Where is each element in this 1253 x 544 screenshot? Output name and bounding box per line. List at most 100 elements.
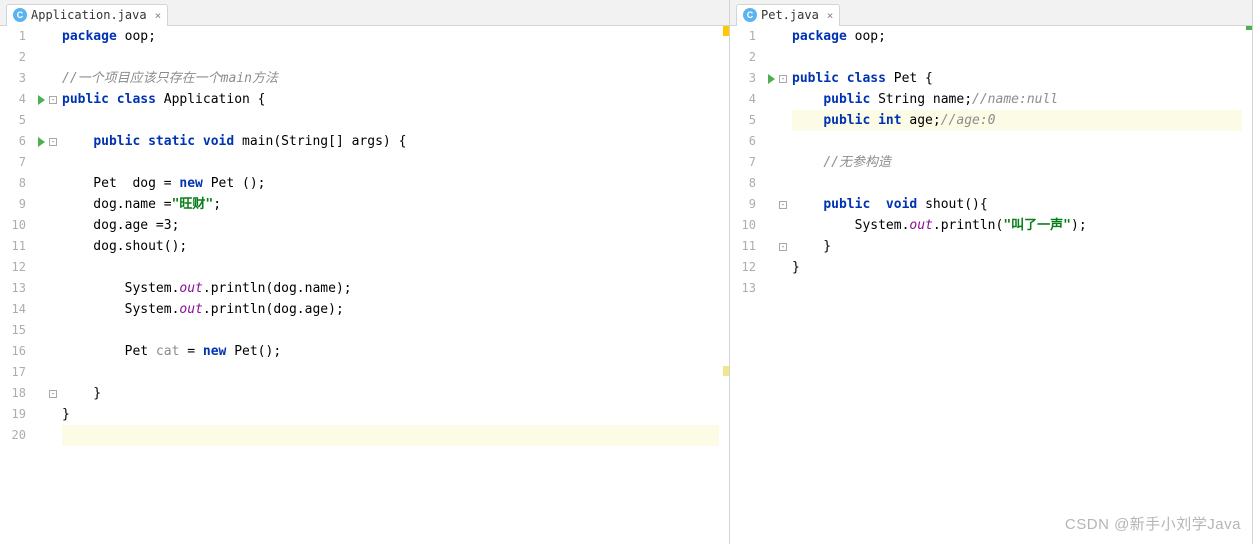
code-line[interactable]: package oop; xyxy=(62,26,729,47)
fold-marker-slot xyxy=(48,194,58,215)
fold-marker-slot xyxy=(48,299,58,320)
fold-marker-slot xyxy=(48,215,58,236)
code-line[interactable]: } xyxy=(792,257,1252,278)
line-number: 11 xyxy=(0,236,34,257)
run-marker-slot xyxy=(34,425,48,446)
code-line[interactable]: dog.name ="旺财"; xyxy=(62,194,729,215)
code-line[interactable]: dog.age =3; xyxy=(62,215,729,236)
code-line[interactable] xyxy=(62,110,729,131)
fold-marker-slot xyxy=(778,26,788,47)
fold-icon[interactable]: - xyxy=(49,96,57,104)
fold-marker-slot: - xyxy=(778,68,788,89)
code-line[interactable] xyxy=(792,278,1252,299)
code-line[interactable]: public void shout(){ xyxy=(792,194,1252,215)
run-marker-slot xyxy=(34,299,48,320)
left-editor[interactable]: 1234567891011121314151617181920 --- pack… xyxy=(0,26,729,544)
fold-icon[interactable]: - xyxy=(779,201,787,209)
fold-marker-slot xyxy=(778,110,788,131)
left-code-area[interactable]: package oop; //一个项目应该只存在一个main方法public c… xyxy=(58,26,729,544)
fold-icon[interactable]: - xyxy=(49,390,57,398)
code-line[interactable]: public String name;//name:null xyxy=(792,89,1252,110)
run-marker-slot xyxy=(764,47,778,68)
code-line[interactable]: //一个项目应该只存在一个main方法 xyxy=(62,68,729,89)
fold-icon[interactable]: - xyxy=(779,75,787,83)
tab-label: Pet.java xyxy=(761,8,819,22)
tab-application-java[interactable]: C Application.java × xyxy=(6,4,168,26)
run-marker-slot xyxy=(764,152,778,173)
code-line[interactable]: public int age;//age:0 xyxy=(792,110,1252,131)
code-line[interactable]: package oop; xyxy=(792,26,1252,47)
left-run-markers xyxy=(34,26,48,544)
code-line[interactable]: System.out.println(dog.name); xyxy=(62,278,729,299)
warning-marker[interactable] xyxy=(723,26,729,36)
fold-marker-slot xyxy=(778,173,788,194)
run-marker-slot xyxy=(34,278,48,299)
class-icon: C xyxy=(743,8,757,22)
fold-marker-slot xyxy=(48,341,58,362)
right-tabbar: C Pet.java × xyxy=(730,0,1252,26)
run-marker-slot xyxy=(764,236,778,257)
fold-marker-slot xyxy=(48,257,58,278)
fold-marker-slot xyxy=(48,404,58,425)
fold-marker-slot xyxy=(48,68,58,89)
code-line[interactable] xyxy=(62,257,729,278)
close-icon[interactable]: × xyxy=(827,9,834,22)
code-line[interactable]: System.out.println("叫了一声"); xyxy=(792,215,1252,236)
code-line[interactable] xyxy=(62,47,729,68)
code-line[interactable]: public static void main(String[] args) { xyxy=(62,131,729,152)
right-editor[interactable]: 12345678910111213 --- package oop; publi… xyxy=(730,26,1252,544)
code-line[interactable] xyxy=(792,131,1252,152)
code-line[interactable] xyxy=(62,320,729,341)
code-line[interactable] xyxy=(792,47,1252,68)
fold-marker-slot: - xyxy=(48,383,58,404)
line-number: 2 xyxy=(730,47,764,68)
line-number: 1 xyxy=(0,26,34,47)
line-number: 8 xyxy=(0,173,34,194)
code-line[interactable]: } xyxy=(62,404,729,425)
fold-marker-slot xyxy=(48,26,58,47)
ok-marker[interactable] xyxy=(1246,26,1252,30)
code-line[interactable]: } xyxy=(62,383,729,404)
line-number: 6 xyxy=(0,131,34,152)
fold-marker-slot xyxy=(48,362,58,383)
fold-marker-slot xyxy=(48,110,58,131)
code-line[interactable] xyxy=(62,362,729,383)
code-line[interactable]: public class Pet { xyxy=(792,68,1252,89)
run-marker-slot xyxy=(34,26,48,47)
line-number: 13 xyxy=(730,278,764,299)
left-tabbar: C Application.java × xyxy=(0,0,729,26)
code-line[interactable]: Pet cat = new Pet(); xyxy=(62,341,729,362)
code-line[interactable] xyxy=(62,152,729,173)
run-icon[interactable] xyxy=(38,95,45,105)
close-icon[interactable]: × xyxy=(155,9,162,22)
fold-icon[interactable]: - xyxy=(779,243,787,251)
line-number: 20 xyxy=(0,425,34,446)
run-marker-slot xyxy=(34,215,48,236)
line-number: 19 xyxy=(0,404,34,425)
split-editor-container: C Application.java × 1234567891011121314… xyxy=(0,0,1253,544)
code-line[interactable] xyxy=(62,425,729,446)
code-line[interactable]: System.out.println(dog.age); xyxy=(62,299,729,320)
fold-marker-slot xyxy=(48,278,58,299)
run-marker-slot xyxy=(34,68,48,89)
code-line[interactable]: dog.shout(); xyxy=(62,236,729,257)
fold-marker-slot xyxy=(48,425,58,446)
code-line[interactable] xyxy=(792,173,1252,194)
code-line[interactable]: public class Application { xyxy=(62,89,729,110)
tab-pet-java[interactable]: C Pet.java × xyxy=(736,4,840,26)
right-line-numbers: 12345678910111213 xyxy=(730,26,764,544)
run-icon[interactable] xyxy=(768,74,775,84)
fold-icon[interactable]: - xyxy=(49,138,57,146)
code-line[interactable]: Pet dog = new Pet (); xyxy=(62,173,729,194)
run-icon[interactable] xyxy=(38,137,45,147)
line-number: 2 xyxy=(0,47,34,68)
line-number: 8 xyxy=(730,173,764,194)
fold-marker-slot xyxy=(48,173,58,194)
right-code-area[interactable]: package oop; public class Pet { public S… xyxy=(788,26,1252,544)
modified-marker[interactable] xyxy=(723,366,729,376)
fold-marker-slot xyxy=(778,47,788,68)
code-line[interactable]: //无参构造 xyxy=(792,152,1252,173)
code-line[interactable]: } xyxy=(792,236,1252,257)
fold-marker-slot: - xyxy=(48,131,58,152)
run-marker-slot xyxy=(34,404,48,425)
